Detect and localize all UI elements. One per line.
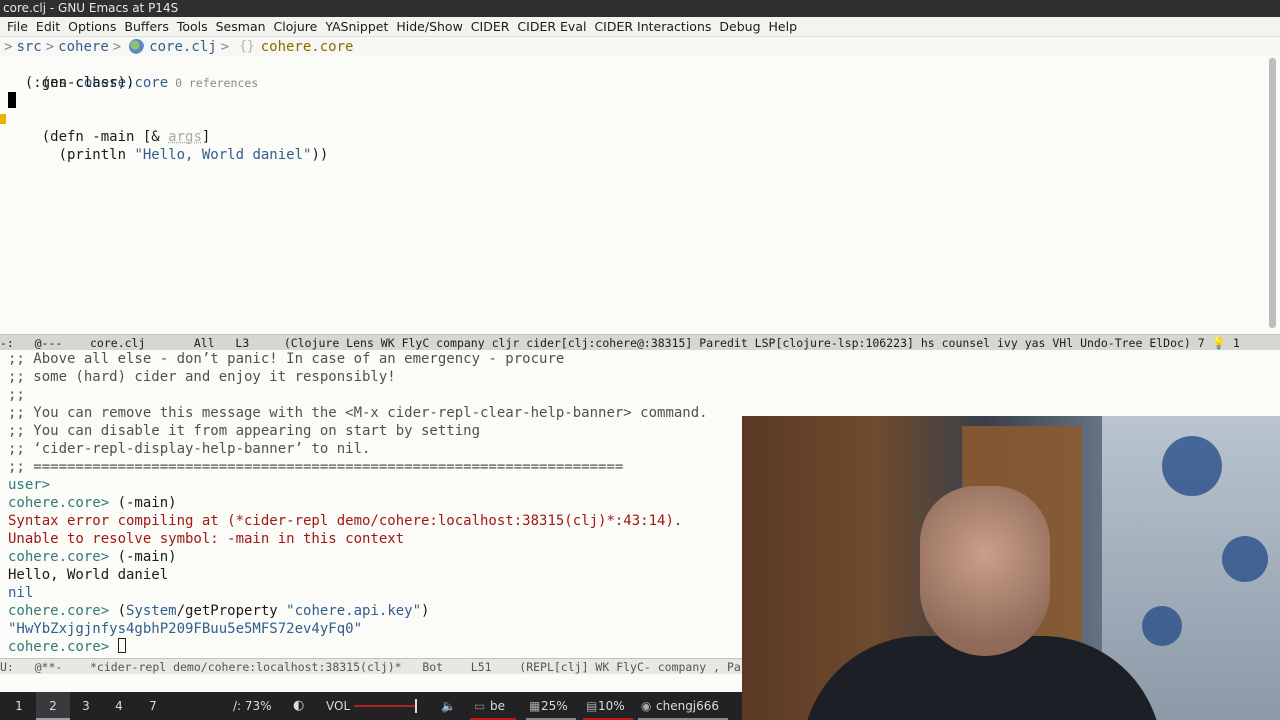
cpu-icon: ▦ — [529, 699, 541, 713]
window-titlebar: core.clj - GNU Emacs at P14S — [0, 0, 1280, 17]
menu-help[interactable]: Help — [765, 19, 802, 34]
text-cursor — [117, 638, 126, 653]
code-editor[interactable]: (ns cohere.core 0 references (:gen-class… — [0, 56, 1266, 334]
repl-active-prompt[interactable]: cohere.core> — [8, 638, 126, 656]
chevron-right-icon: > — [45, 38, 55, 55]
editor-mode-line: -: @--- core.clj All L3 (Clojure Lens WK… — [0, 334, 1280, 350]
fringe-marker-icon — [0, 114, 6, 124]
menu-cider-interactions[interactable]: CIDER Interactions — [590, 19, 715, 34]
repl-output-line: Hello, World daniel — [8, 567, 169, 583]
keyboard-icon: ▭ — [474, 699, 486, 713]
namespace-icon: {} — [239, 39, 255, 54]
repl-result-line: "HwYbZxjgjnfys4gbhP209FBuu5e5MFS72ev4yFq… — [8, 621, 363, 637]
repl-banner-line: ;; You can remove this message with the … — [8, 405, 708, 421]
webcam-background — [1142, 606, 1182, 646]
menu-sesman[interactable]: Sesman — [212, 19, 270, 34]
contrast-icon: ◐ — [293, 698, 305, 713]
webcam-background — [1162, 436, 1222, 496]
breadcrumb-cohere[interactable]: cohere — [58, 39, 109, 55]
volume-slider-knob[interactable] — [415, 699, 417, 713]
keyboard-layout[interactable]: be — [490, 692, 505, 720]
lens-references[interactable]: 0 references — [168, 76, 258, 90]
menu-hide-show[interactable]: Hide/Show — [392, 19, 466, 34]
editor-scrollbar[interactable] — [1269, 58, 1276, 328]
menu-cider-eval[interactable]: CIDER Eval — [513, 19, 590, 34]
repl-banner-line: ;; some (hard) cider and enjoy it respon… — [8, 369, 396, 385]
status-taskbar: 1 2 3 4 7 /: 73% ◐ VOL 🔈 ▭ be ▦ 25% ▤ 10… — [0, 692, 742, 720]
menu-file[interactable]: File — [0, 19, 32, 34]
menu-clojure[interactable]: Clojure — [270, 19, 322, 34]
breadcrumb-file[interactable]: core.clj — [149, 39, 216, 55]
repl-banner-line: ;; — [8, 387, 25, 403]
minibuffer[interactable] — [0, 674, 742, 692]
volume-label: VOL — [326, 699, 351, 713]
menu-options[interactable]: Options — [64, 19, 120, 34]
webcam-background — [1222, 536, 1268, 582]
menu-yasnippet[interactable]: YASnippet — [321, 19, 392, 34]
repl-error-line: Unable to resolve symbol: -main in this … — [8, 531, 405, 547]
repl-banner-line: ;; ‘cider-repl-display-help-banner’ to n… — [8, 441, 371, 457]
workspace-7[interactable]: 7 — [136, 692, 170, 720]
repl-result-line: nil — [8, 585, 34, 601]
menu-debug[interactable]: Debug — [715, 19, 764, 34]
breadcrumb: > src > cohere > core.clj > {} cohere.co… — [0, 37, 1280, 56]
disk-usage: /: 73% — [233, 699, 272, 713]
repl-banner-line: ;; You can disable it from appearing on … — [8, 423, 481, 439]
code-line-5: (println "Hello, World daniel")) — [41, 147, 329, 163]
repl-input-line: cohere.core> (System/getProperty "cohere… — [8, 603, 430, 619]
repl-error-line: Syntax error compiling at (*cider-repl d… — [8, 513, 683, 529]
menu-edit[interactable]: Edit — [32, 19, 64, 34]
workspace-3[interactable]: 3 — [69, 692, 103, 720]
cider-repl-buffer[interactable]: ;; Above all else - don’t panic! In case… — [0, 350, 742, 658]
code-line-2: (:gen-class)) — [8, 75, 135, 91]
menu-cider[interactable]: CIDER — [467, 19, 514, 34]
repl-banner-rule: ;; =====================================… — [8, 459, 624, 475]
person-face — [920, 486, 1050, 656]
chevron-right-icon: > — [220, 38, 230, 55]
workspace-2[interactable]: 2 — [36, 692, 70, 720]
menu-bar: File Edit Options Buffers Tools Sesman C… — [0, 17, 1280, 37]
breadcrumb-namespace[interactable]: cohere.core — [261, 39, 354, 55]
repl-input-line: cohere.core> (-main) — [8, 549, 177, 565]
breadcrumb-lead: > — [4, 38, 13, 55]
text-cursor — [8, 92, 16, 108]
cpu-usage: 25% — [541, 699, 568, 713]
breadcrumb-src[interactable]: src — [16, 39, 41, 55]
user-icon: ◉ — [641, 699, 652, 713]
lightbulb-icon[interactable]: 💡 — [1212, 336, 1226, 350]
username: chengj666 — [656, 699, 720, 713]
memory-usage: 10% — [598, 699, 625, 713]
speaker-icon[interactable]: 🔈 — [441, 692, 456, 720]
code-line-1: (ns cohere.core 0 references — [41, 75, 259, 91]
window-title: core.clj - GNU Emacs at P14S — [3, 1, 179, 15]
repl-input-line: cohere.core> (-main) — [8, 495, 177, 511]
menu-tools[interactable]: Tools — [173, 19, 212, 34]
repl-banner-line: ;; Above all else - don’t panic! In case… — [8, 351, 565, 367]
memory-icon: ▤ — [586, 699, 598, 713]
code-line-4: (defn -main [& args] — [41, 129, 211, 145]
webcam-overlay — [742, 416, 1280, 720]
chevron-right-icon: > — [112, 38, 122, 55]
menu-buffers[interactable]: Buffers — [120, 19, 172, 34]
clojure-file-icon — [129, 39, 145, 54]
volume-slider[interactable] — [354, 705, 416, 707]
workspace-4[interactable]: 4 — [102, 692, 136, 720]
repl-prompt-user: user> — [8, 477, 51, 493]
workspace-1[interactable]: 1 — [2, 692, 36, 720]
repl-mode-line: U: @**- *cider-repl demo/cohere:localhos… — [0, 658, 742, 674]
